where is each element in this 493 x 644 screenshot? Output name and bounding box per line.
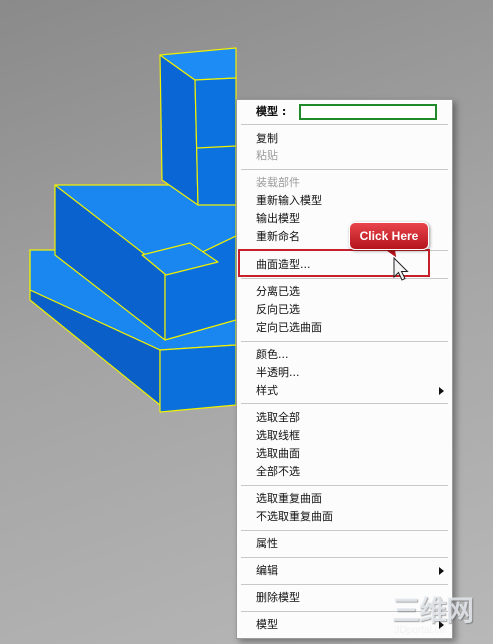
watermark-logo: 三维网 3Dportal.cn [392, 596, 492, 640]
menu-item-properties[interactable]: 属性 [256, 536, 278, 552]
menu-item-deselect-duplicate-surfaces[interactable]: 不选取重复曲面 [256, 509, 333, 525]
menu-item-paste: 粘贴 [256, 149, 278, 162]
menu-item-select-all[interactable]: 选取全部 [256, 410, 300, 426]
menu-item-load-part: 装载部件 [256, 176, 300, 189]
context-menu: 模型 : 复制 粘贴 装载部件 重新输入模型 输出模型 重新命名 曲面造型...… [236, 99, 453, 639]
menu-separator [241, 485, 448, 486]
watermark-subtext: 3Dportal.cn [394, 625, 446, 636]
menu-separator [241, 341, 448, 342]
menu-separator [241, 403, 448, 404]
menu-separator [241, 530, 448, 531]
menu-item-edit[interactable]: 编辑 [256, 563, 278, 579]
bottom-slab-front[interactable] [159, 344, 237, 413]
menu-item-model[interactable]: 模型 [256, 617, 278, 633]
menu-separator [241, 584, 448, 585]
menu-item-select-wireframe[interactable]: 选取线框 [256, 428, 300, 444]
menu-item-reverse-selected[interactable]: 反向已选 [256, 302, 300, 318]
watermark-text: 三维网 [392, 595, 474, 626]
menu-separator [241, 278, 448, 279]
menu-item-export-model[interactable]: 输出模型 [256, 211, 300, 227]
menu-header-label: 模型 : [256, 105, 287, 118]
click-here-callout: Click Here [349, 222, 429, 250]
menu-item-select-surface[interactable]: 选取曲面 [256, 446, 300, 462]
submenu-arrow-icon [439, 387, 444, 395]
tower-front[interactable] [194, 77, 237, 206]
menu-item-separate-selected[interactable]: 分离已选 [256, 284, 300, 300]
menu-separator [241, 169, 448, 170]
menu-item-style[interactable]: 样式 [256, 383, 278, 399]
menu-item-delete-model[interactable]: 删除模型 [256, 590, 300, 606]
menu-separator [241, 557, 448, 558]
mouse-pointer-icon [393, 257, 409, 281]
menu-item-translucent[interactable]: 半透明... [256, 365, 300, 381]
menu-item-reimport-model[interactable]: 重新输入模型 [256, 193, 322, 209]
menu-item-copy[interactable]: 复制 [256, 131, 278, 147]
submenu-arrow-icon [439, 567, 444, 575]
menu-separator [241, 124, 448, 125]
menu-item-deselect-all[interactable]: 全部不选 [256, 464, 300, 480]
menu-item-color[interactable]: 颜色... [256, 347, 289, 363]
menu-item-rename[interactable]: 重新命名 [256, 229, 300, 245]
menu-item-select-duplicate-surfaces[interactable]: 选取重复曲面 [256, 491, 322, 507]
menu-item-orient-selected-surface[interactable]: 定向已选曲面 [256, 320, 322, 336]
model-name-field[interactable] [299, 104, 437, 120]
